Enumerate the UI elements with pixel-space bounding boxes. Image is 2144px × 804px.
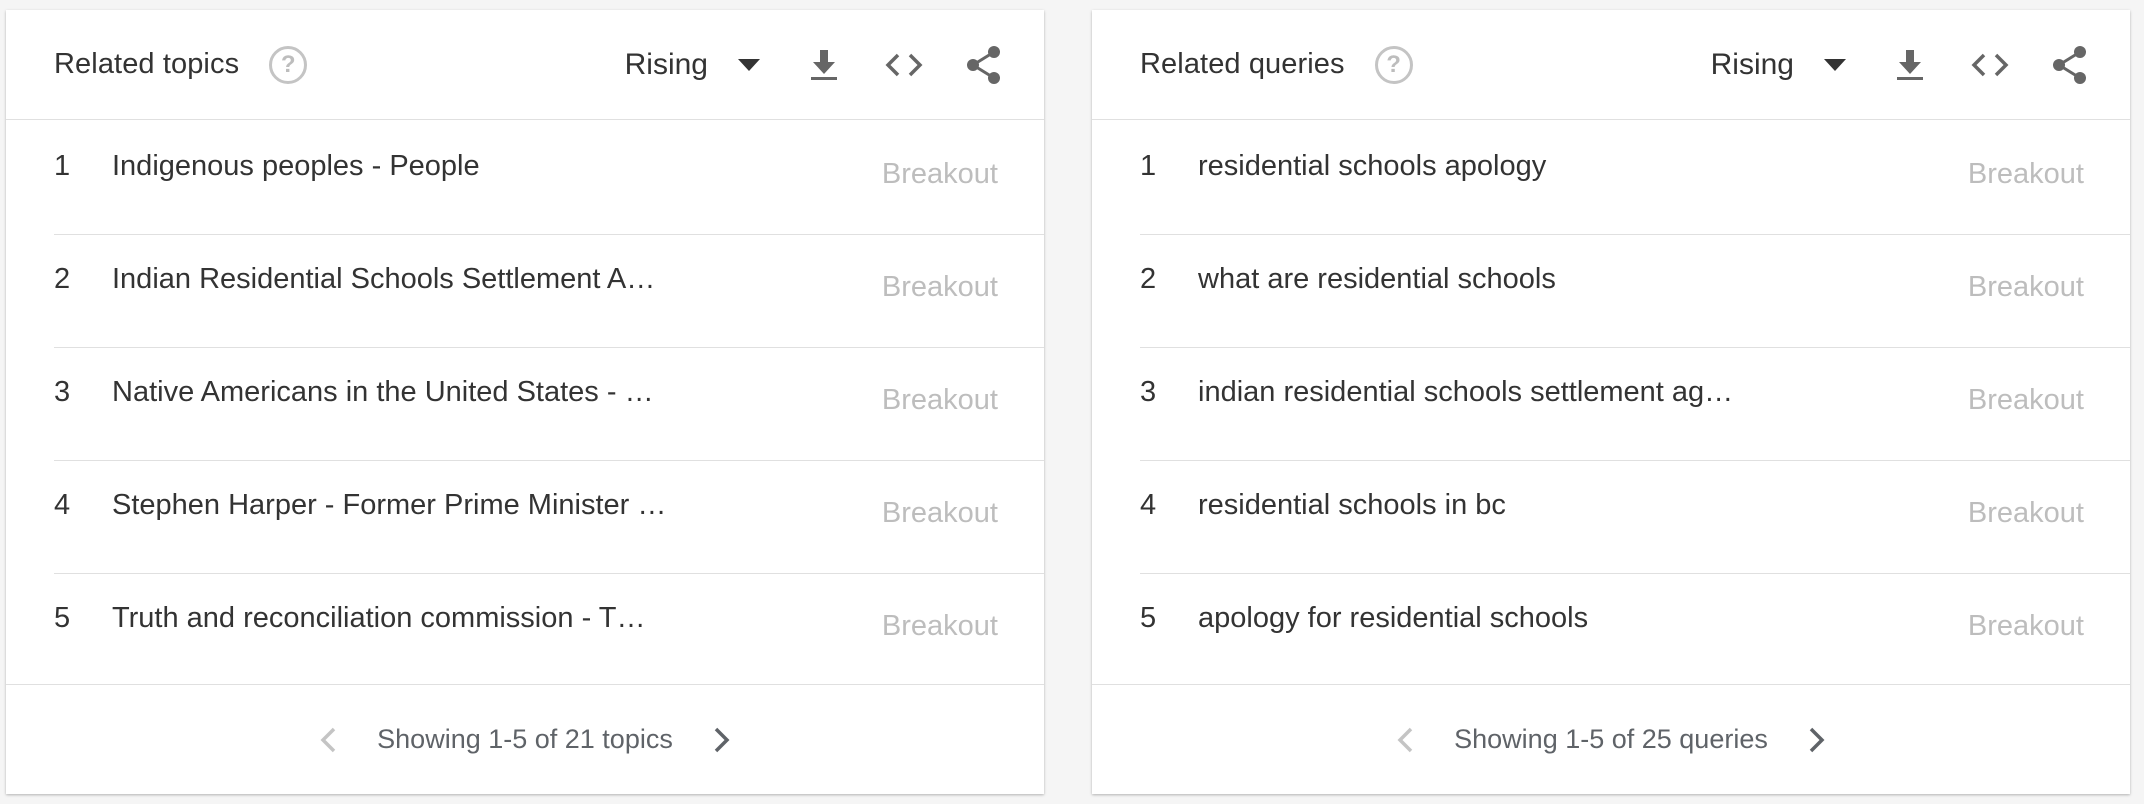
rank-number: 2	[1140, 263, 1157, 295]
list-item[interactable]: 3 Native Americans in the United States …	[54, 348, 1044, 461]
embed-code-icon[interactable]	[1970, 45, 2010, 85]
item-value: Breakout	[881, 384, 998, 416]
rank-number: 4	[54, 489, 71, 521]
item-value: Breakout	[1967, 610, 2084, 642]
topics-list: 1 Indigenous peoples - People Breakout 2…	[6, 122, 1044, 686]
chevron-right-icon[interactable]	[707, 725, 737, 755]
related-queries-card: Related queries ? Rising 1 residential s…	[1092, 10, 2130, 794]
rank-number: 2	[54, 263, 71, 295]
queries-list: 1 residential schools apology Breakout 2…	[1092, 122, 2130, 686]
download-icon[interactable]	[1890, 45, 1930, 85]
related-topics-card: Related topics ? Rising 1 Indigenous peo…	[6, 10, 1044, 794]
card-header: Related topics ? Rising	[6, 10, 1044, 120]
dropdown-arrow-icon	[1824, 58, 1846, 71]
chevron-left-icon[interactable]	[1390, 725, 1420, 755]
rank-number: 1	[1140, 150, 1157, 182]
item-value: Breakout	[1967, 271, 2084, 303]
item-label[interactable]: Indigenous peoples - People	[112, 150, 702, 183]
rank-number: 1	[54, 150, 71, 182]
rank-number: 3	[54, 376, 71, 408]
list-item[interactable]: 4 Stephen Harper - Former Prime Minister…	[54, 461, 1044, 574]
item-label[interactable]: Stephen Harper - Former Prime Minister …	[112, 489, 702, 522]
item-value: Breakout	[1967, 497, 2084, 529]
rank-number: 3	[1140, 376, 1157, 408]
pagination-status: Showing 1-5 of 21 topics	[377, 724, 673, 754]
item-value: Breakout	[1967, 384, 2084, 416]
item-value: Breakout	[881, 497, 998, 529]
card-title: Related queries	[1140, 48, 1345, 80]
filter-select[interactable]: Rising	[625, 48, 760, 82]
item-label[interactable]: apology for residential schools	[1198, 602, 1788, 635]
list-item[interactable]: 4 residential schools in bc Breakout	[1140, 461, 2130, 574]
pagination: Showing 1-5 of 25 queries	[1092, 684, 2130, 794]
help-circle-icon[interactable]: ?	[1374, 45, 1413, 84]
card-title: Related topics	[54, 48, 240, 80]
help-circle-icon[interactable]: ?	[269, 45, 308, 84]
item-label[interactable]: Native Americans in the United States - …	[112, 376, 702, 409]
list-item[interactable]: 2 Indian Residential Schools Settlement …	[54, 235, 1044, 348]
item-label[interactable]: Truth and reconciliation commission - T…	[112, 602, 702, 635]
list-item[interactable]: 5 apology for residential schools Breako…	[1140, 574, 2130, 686]
list-item[interactable]: 1 residential schools apology Breakout	[1140, 122, 2130, 235]
item-value: Breakout	[881, 158, 998, 190]
rank-number: 5	[1140, 602, 1157, 634]
rank-number: 5	[54, 602, 71, 634]
filter-select-value: Rising	[1710, 47, 1794, 81]
list-item[interactable]: 1 Indigenous peoples - People Breakout	[54, 122, 1044, 235]
pagination: Showing 1-5 of 21 topics	[6, 684, 1044, 794]
list-item[interactable]: 3 indian residential schools settlement …	[1140, 348, 2130, 461]
share-icon[interactable]	[2050, 45, 2090, 85]
card-header: Related queries ? Rising	[1092, 10, 2130, 120]
embed-code-icon[interactable]	[884, 45, 924, 85]
download-icon[interactable]	[804, 45, 844, 85]
item-value: Breakout	[881, 610, 998, 642]
rank-number: 4	[1140, 489, 1157, 521]
item-label[interactable]: residential schools apology	[1198, 150, 1788, 183]
filter-select[interactable]: Rising	[1711, 48, 1846, 82]
chevron-left-icon[interactable]	[313, 725, 343, 755]
item-label[interactable]: residential schools in bc	[1198, 489, 1788, 522]
filter-select-value: Rising	[624, 47, 708, 81]
item-label[interactable]: indian residential schools settlement ag…	[1198, 376, 1788, 409]
pagination-status: Showing 1-5 of 25 queries	[1454, 724, 1768, 754]
item-label[interactable]: Indian Residential Schools Settlement A…	[112, 263, 702, 296]
item-value: Breakout	[881, 271, 998, 303]
dropdown-arrow-icon	[738, 58, 760, 71]
chevron-right-icon[interactable]	[1802, 725, 1832, 755]
list-item[interactable]: 2 what are residential schools Breakout	[1140, 235, 2130, 348]
share-icon[interactable]	[964, 45, 1004, 85]
list-item[interactable]: 5 Truth and reconciliation commission - …	[54, 574, 1044, 686]
item-label[interactable]: what are residential schools	[1198, 263, 1788, 296]
item-value: Breakout	[1967, 158, 2084, 190]
